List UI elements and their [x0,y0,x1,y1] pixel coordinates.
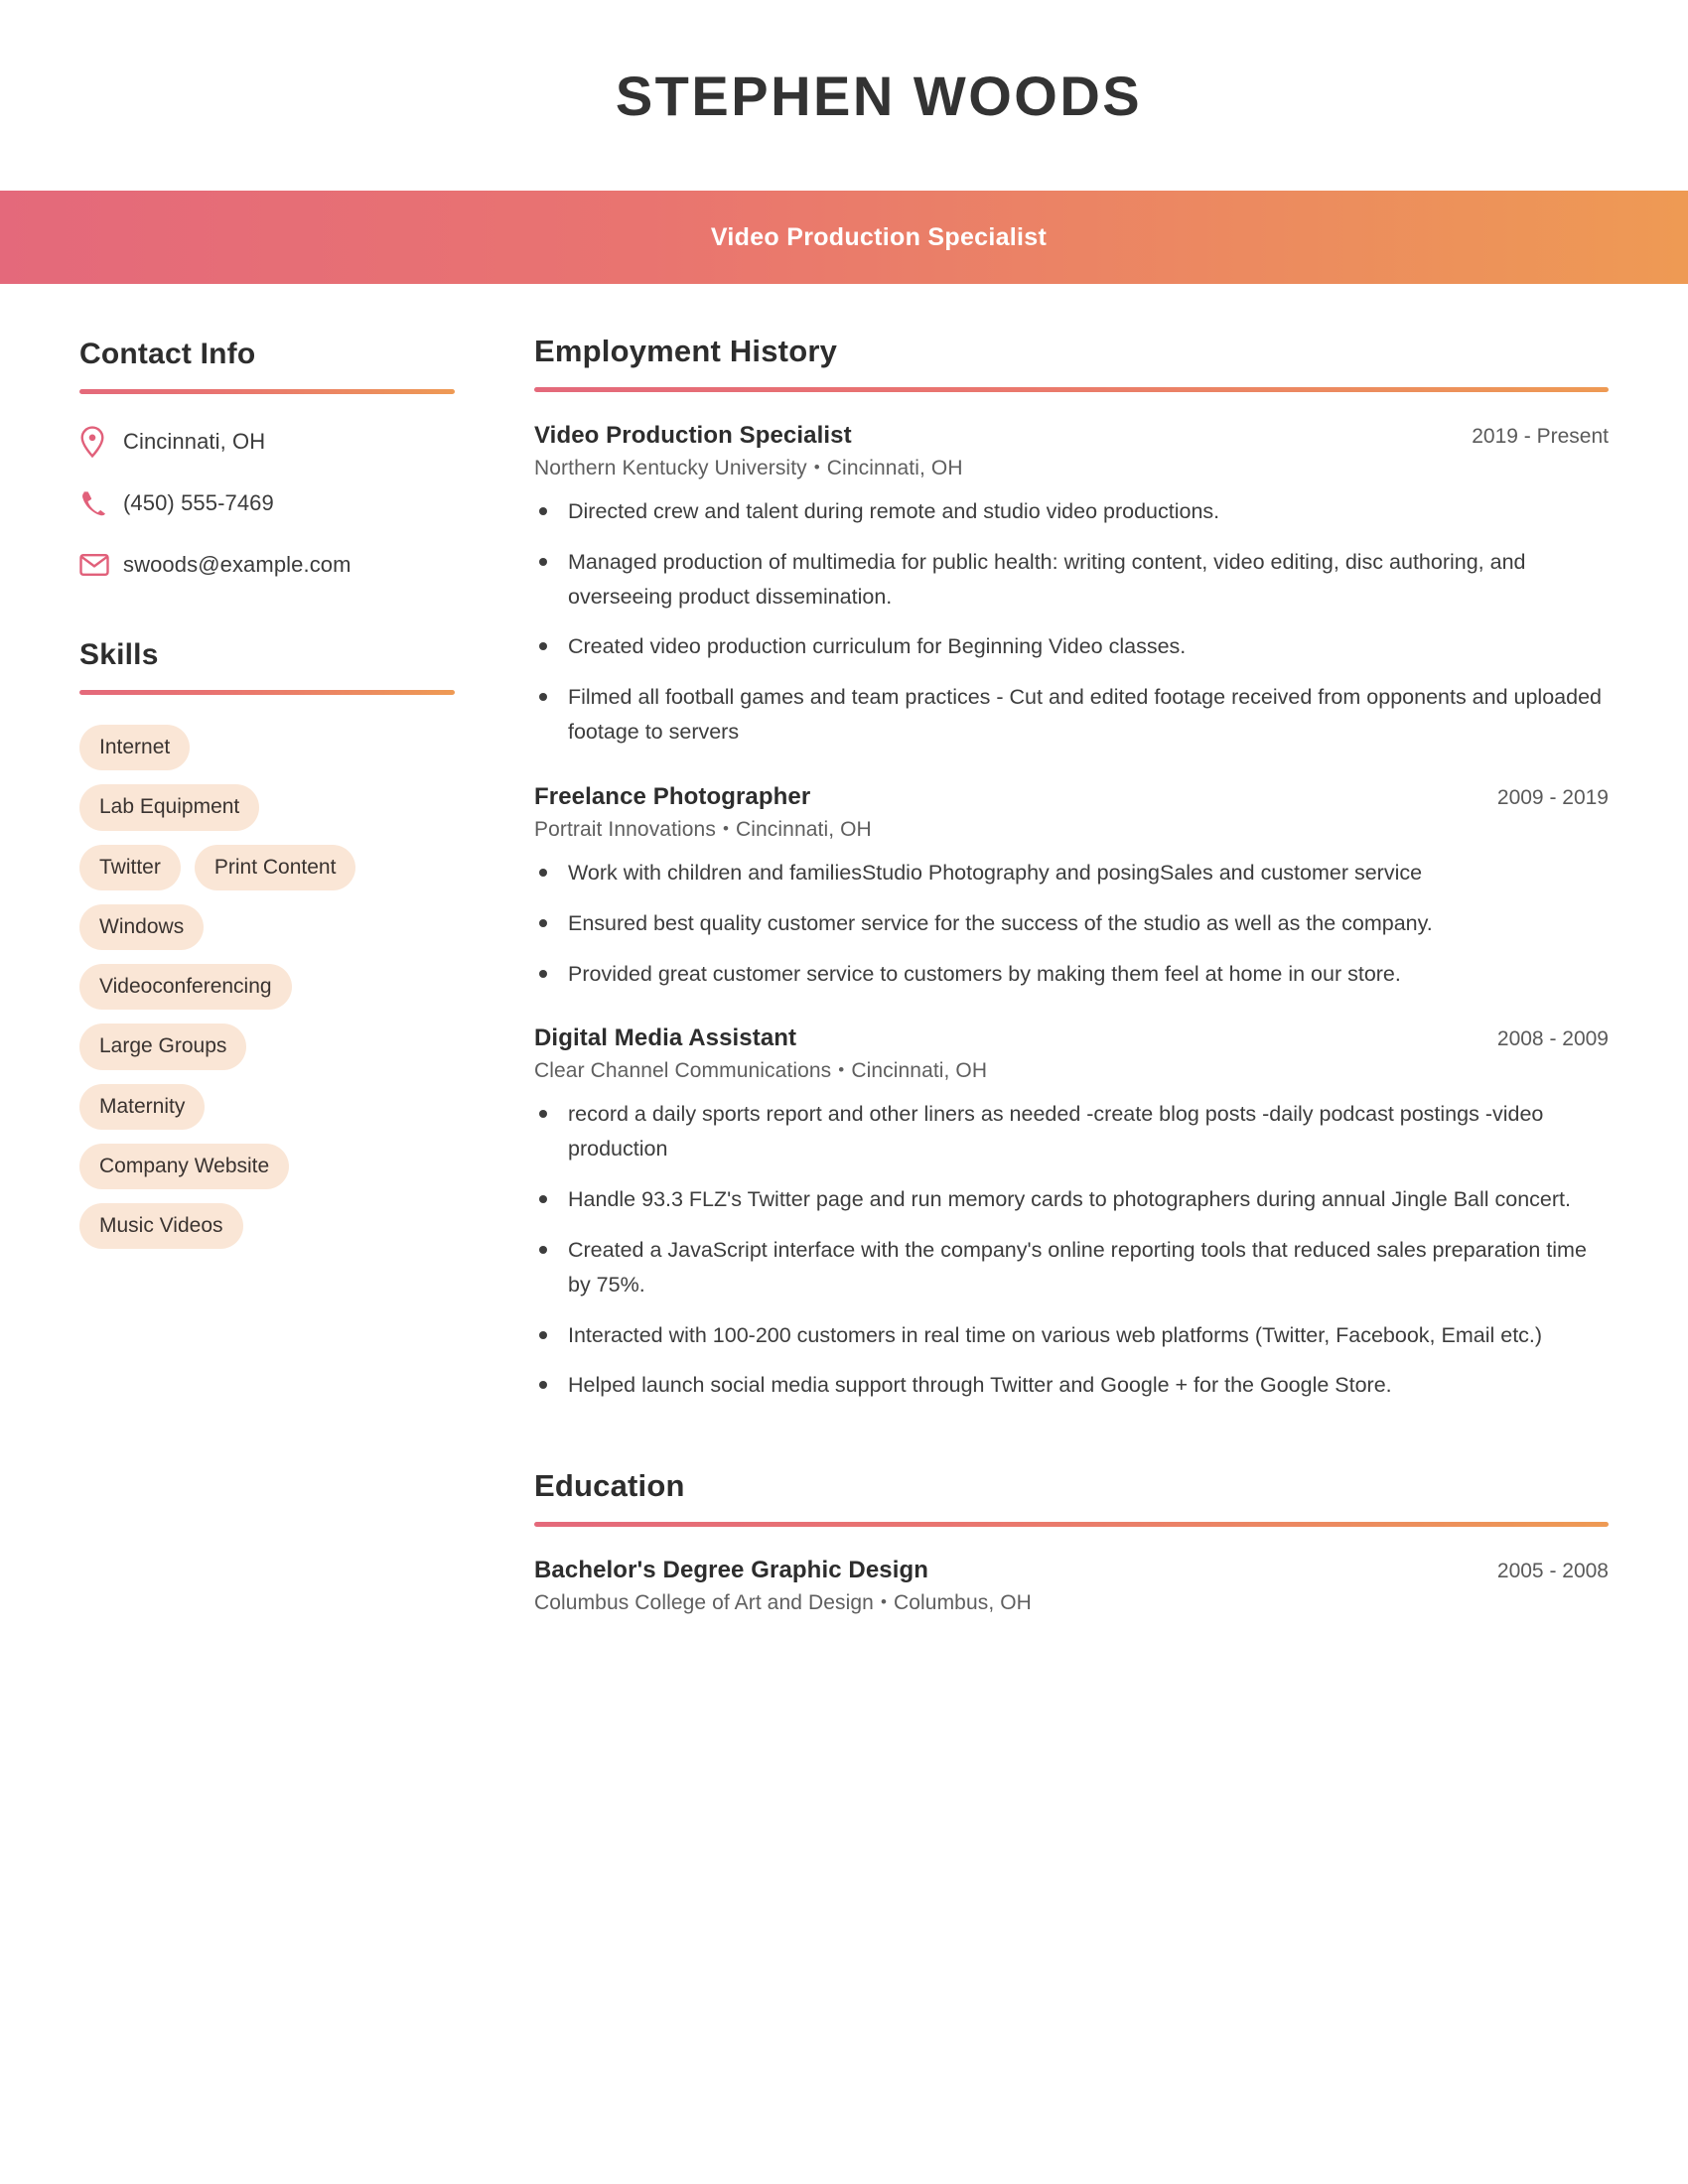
job-dates: 2008 - 2009 [1496,1027,1609,1051]
skills-row: Windows [79,903,467,950]
education-heading: Education [534,1468,685,1504]
skill-pill[interactable]: Music Videos [79,1203,243,1250]
job-company-location: Clear Channel Communications • Cincinnati,… [534,1059,1609,1083]
education-dates: 2005 - 2008 [1496,1560,1609,1583]
skill-pill[interactable]: Lab Equipment [79,784,260,831]
skill-pill[interactable]: Large Groups [79,1024,247,1070]
school-location: Columbus College of Art and Design • Colum… [534,1591,1609,1615]
skill-pill[interactable]: Twitter [79,844,181,890]
job-location: Cincinnati, OH [826,457,963,479]
job-header: Freelance Photographer 2009 - 2019 [534,783,1609,811]
skill-pill[interactable]: Company Website [79,1143,290,1189]
resume-body: Contact Info Cincinnati, OH (450) 555-746… [0,284,1688,1625]
job-bullet-list: record a daily sports report and other l… [534,1097,1609,1403]
employment-history-heading: Employment History [534,334,838,368]
job-bullet: Work with children and familiesStudio Ph… [534,856,1609,890]
separator-dot: • [838,1060,845,1080]
skills-row: Maternity [79,1083,467,1130]
job-title: Digital Media Assistant [534,1024,797,1052]
job-entry: Freelance Photographer 2009 - 2019 Portrai… [534,783,1609,991]
separator-dot: • [722,818,729,838]
job-bullet: Ensured best quality customer service fo… [534,906,1609,941]
job-bullet: Directed crew and talent during remote a… [534,494,1609,529]
skill-pill[interactable]: Windows [79,903,205,950]
envelope-icon [79,553,123,577]
job-title: Freelance Photographer [534,782,811,810]
skills-heading: Skills [79,638,159,671]
resume-page: STEPHEN WOODS Video Production Specialis… [0,0,1688,2184]
job-bullet: Managed production of multimedia for pub… [534,545,1609,614]
job-header: Video Production Specialist 2019 - Presen… [534,422,1609,450]
phone-icon [79,489,123,517]
education-divider [534,1522,1609,1528]
contact-value: (450) 555-7469 [123,490,274,515]
skill-pill[interactable]: Internet [79,725,191,771]
job-bullet: Created a JavaScript interface with the … [534,1233,1609,1302]
skills-section: Skills Internet Lab Equipment Twitter Print… [79,638,467,1250]
skills-row: Company Website [79,1143,467,1189]
sidebar: Contact Info Cincinnati, OH (450) 555-746… [0,284,467,1625]
job-company: Portrait Innovations [534,817,716,841]
job-bullet: Interacted with 100-200 customers in rea… [534,1318,1609,1353]
skill-pill[interactable]: Videoconferencing [79,964,292,1011]
skills-row: Music Videos [79,1203,467,1250]
job-header: Digital Media Assistant 2008 - 2009 [534,1024,1609,1052]
job-company-location: Northern Kentucky University • Cincinnati,… [534,457,1609,480]
job-bullet-list: Directed crew and talent during remote a… [534,494,1609,750]
contact-info-section: Contact Info Cincinnati, OH (450) 555-746… [79,338,467,583]
candidate-name: STEPHEN WOODS [615,64,1143,127]
location-pin-icon [79,426,123,458]
skills-row: Twitter Print Content [79,844,467,890]
skill-pill[interactable]: Maternity [79,1083,206,1130]
school-location-value: Columbus, OH [894,1591,1032,1615]
job-dates: 2009 - 2019 [1496,785,1609,809]
main-column: Employment History Video Production Spec… [467,284,1688,1625]
job-bullet: record a daily sports report and other l… [534,1097,1609,1166]
degree-title: Bachelor's Degree Graphic Design [534,1557,929,1584]
job-bullet: Helped launch social media support throu… [534,1368,1609,1403]
separator-dot: • [880,1592,887,1612]
job-bullet: Created video production curriculum for … [534,629,1609,664]
employment-history-divider [534,387,1609,392]
job-location: Cincinnati, OH [851,1059,988,1083]
education-list: Bachelor's Degree Graphic Design 2005 - 2… [534,1557,1609,1615]
job-company: Clear Channel Communications [534,1059,832,1083]
skills-row: Videoconferencing [79,964,467,1011]
job-dates: 2019 - Present [1472,425,1609,448]
job-company: Northern Kentucky University [534,457,807,479]
employment-history-section: Employment History Video Production Spec… [534,334,1609,1403]
job-location: Cincinnati, OH [736,817,872,841]
skill-pill[interactable]: Print Content [194,844,356,890]
education-header: Bachelor's Degree Graphic Design 2005 - 2… [534,1557,1609,1584]
contact-value: swoods@example.com [123,552,352,577]
skills-divider [79,690,455,695]
school-name: Columbus College of Art and Design [534,1591,874,1615]
skills-row: Internet [79,725,467,771]
education-section: Education Bachelor's Degree Graphic Desi… [534,1468,1609,1615]
job-entry: Digital Media Assistant 2008 - 2009 Clear … [534,1024,1609,1403]
contact-item[interactable]: (450) 555-7469 [79,485,467,521]
job-company-location: Portrait Innovations • Cincinnati, OH [534,818,1609,842]
job-title: Video Production Specialist [534,422,852,449]
contact-item[interactable]: Cincinnati, OH [79,424,467,460]
job-bullet-list: Work with children and familiesStudio Ph… [534,856,1609,991]
skills-row: Lab Equipment [79,784,467,831]
contact-info-divider [79,389,455,394]
job-entry: Video Production Specialist 2019 - Presen… [534,422,1609,750]
header-title-band: Video Production Specialist [0,191,1688,284]
candidate-job-title: Video Production Specialist [710,222,1048,251]
contact-item[interactable]: swoods@example.com [79,547,467,583]
job-bullet: Handle 93.3 FLZ's Twitter page and run m… [534,1182,1609,1217]
header-name-area: STEPHEN WOODS [0,0,1688,191]
jobs-list: Video Production Specialist 2019 - Presen… [534,422,1609,1403]
contact-info-heading: Contact Info [79,338,256,370]
skills-pill-list: Internet Lab Equipment Twitter Print Conten… [79,725,467,1250]
job-bullet: Provided great customer service to custo… [534,957,1609,992]
contact-value: Cincinnati, OH [123,429,266,454]
skills-row: Large Groups [79,1024,467,1070]
job-bullet: Filmed all football games and team pract… [534,680,1609,750]
contact-list: Cincinnati, OH (450) 555-7469 swoods@examp… [79,424,467,583]
education-entry: Bachelor's Degree Graphic Design 2005 - 2… [534,1557,1609,1615]
separator-dot: • [813,458,820,477]
